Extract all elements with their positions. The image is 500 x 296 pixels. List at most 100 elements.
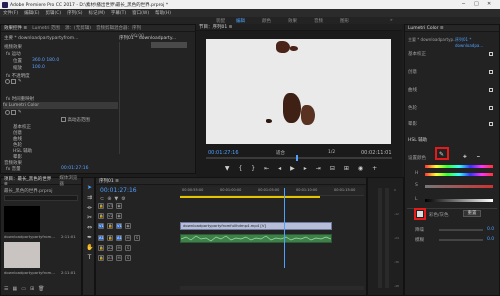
lock-icon[interactable]: 🔒 — [98, 203, 104, 209]
project-search-input[interactable] — [4, 195, 78, 201]
extract-icon[interactable]: ⊞ — [344, 165, 349, 172]
ellipse-mask-icon[interactable] — [5, 110, 10, 115]
lock-icon[interactable]: 🔒 — [98, 245, 104, 251]
track-label[interactable]: V2 — [107, 213, 113, 219]
solo-button[interactable]: S — [134, 235, 140, 241]
clip-thumbnail[interactable] — [4, 206, 40, 232]
rectangle-mask-icon[interactable] — [11, 110, 17, 115]
track-label[interactable]: A3 — [107, 255, 113, 261]
workspace-more-icon[interactable]: » — [390, 18, 393, 23]
track-select-icon[interactable]: ⇉ — [86, 194, 93, 201]
lift-icon[interactable]: ⊟ — [330, 165, 335, 172]
mark-out-icon[interactable]: } — [251, 165, 255, 172]
program-timecode[interactable]: 00:01:27:16 — [208, 150, 239, 156]
saturation-slider[interactable] — [425, 185, 493, 188]
lumetri-clip-selector[interactable]: 主要 * downloadpartyp... — [408, 37, 457, 43]
lock-icon[interactable]: 🔒 — [98, 255, 104, 261]
resolution-dropdown[interactable]: 1/2 — [328, 150, 335, 155]
add-button-icon[interactable]: + — [372, 165, 377, 172]
effect-row[interactable]: 缩放 100.0 — [13, 64, 118, 71]
icon-view-icon[interactable]: ▦ — [12, 286, 17, 292]
rectangle-mask-icon[interactable] — [11, 79, 17, 84]
vignette-enable-checkbox[interactable] — [489, 122, 493, 126]
ripple-edit-icon[interactable]: ⟛ — [86, 204, 93, 211]
fit-dropdown[interactable]: 适合 — [276, 150, 285, 156]
hue-range-bar[interactable] — [425, 165, 493, 168]
tab-lumetri-color[interactable]: Lumetri Color ≡ — [408, 26, 444, 31]
track-label[interactable]: V1 — [116, 223, 122, 229]
tab-project[interactable]: 项目：最长_黑色的世界 ≡ — [4, 176, 54, 187]
selection-tool-icon[interactable]: ➤ — [86, 184, 93, 191]
pen-mask-icon[interactable]: ✎ — [18, 110, 22, 115]
tab-sequence[interactable]: 序列01 ≡ — [99, 178, 119, 184]
eye-icon[interactable]: ◉ — [125, 223, 131, 229]
new-item-icon[interactable]: ⊞ — [30, 286, 34, 292]
track-label[interactable]: A2 — [107, 245, 113, 251]
trash-icon[interactable]: 🗑 — [38, 286, 44, 292]
section-creative[interactable]: 创意 — [408, 69, 417, 75]
go-to-out-icon[interactable]: ⇥ — [316, 165, 321, 172]
curves-enable-checkbox[interactable] — [489, 88, 493, 92]
effect-row[interactable]: fx 音量 — [6, 165, 21, 172]
timeline-scrollbar[interactable] — [180, 286, 364, 290]
blur-slider[interactable] — [439, 239, 483, 241]
new-bin-icon[interactable]: ▭ — [21, 286, 26, 292]
section-vignette[interactable]: 晕影 — [408, 121, 417, 127]
time-ruler[interactable]: 00:00:55:00 00:01:00:00 00:01:05:00 00:0… — [180, 187, 364, 196]
section-basic[interactable]: 基本校正 — [408, 51, 426, 57]
eyedropper-add-icon[interactable]: ✚ — [463, 155, 467, 160]
denoise-value[interactable]: 0.0 — [487, 227, 494, 232]
step-forward-icon[interactable]: ▸ — [304, 165, 307, 172]
eye-icon[interactable]: ◉ — [116, 203, 122, 209]
hue-slider[interactable] — [425, 173, 493, 176]
mute-button[interactable]: M — [125, 235, 131, 241]
eye-icon[interactable]: ◉ — [116, 213, 122, 219]
razor-icon[interactable]: ✂ — [86, 214, 93, 221]
blur-value[interactable]: 0.0 — [487, 237, 494, 242]
eyedropper-subtract-icon[interactable]: ━ — [477, 155, 480, 160]
mark-in-icon[interactable]: { — [238, 165, 242, 172]
pen-mask-icon[interactable]: ✎ — [18, 79, 22, 84]
lumetri-seq-selector[interactable]: 序列01 * downloadpa... — [455, 37, 499, 48]
play-icon[interactable]: ▶ — [290, 165, 295, 172]
menu-title[interactable]: 字幕(T) — [111, 10, 126, 16]
clip-selector[interactable]: 主要 * downloadpartypartyfrom... — [4, 34, 114, 41]
basic-enable-checkbox[interactable] — [489, 52, 493, 56]
ellipse-mask-icon[interactable] — [5, 79, 10, 84]
go-to-in-icon[interactable]: ⇤ — [264, 165, 269, 172]
solo-button[interactable]: S — [125, 255, 131, 261]
menu-edit[interactable]: 编辑(E) — [24, 10, 39, 16]
lock-icon[interactable]: 🔒 — [107, 235, 113, 241]
menu-file[interactable]: 文件(F) — [3, 10, 18, 16]
effect-row-lumetri[interactable]: fx Lumetri Color — [3, 102, 118, 109]
step-back-icon[interactable]: ◂ — [278, 165, 281, 172]
creative-enable-checkbox[interactable] — [489, 70, 493, 74]
slip-icon[interactable]: ⇔ — [86, 224, 93, 231]
text-tool-icon[interactable]: T — [86, 254, 93, 261]
mute-button[interactable]: M — [116, 245, 122, 251]
lightness-slider[interactable] — [425, 199, 493, 202]
work-area-bar[interactable] — [180, 196, 320, 198]
minimize-icon[interactable]: ─ — [462, 1, 465, 7]
close-icon[interactable]: ✕ — [487, 1, 491, 7]
program-scrub-bar[interactable] — [206, 157, 392, 159]
tab-media-browser[interactable]: 媒体浏览器 — [59, 175, 81, 187]
tab-lumetri-scopes[interactable]: Lumetri 范围 — [32, 25, 60, 31]
program-playhead[interactable] — [296, 155, 298, 161]
effect-row[interactable]: 高动态范围 — [61, 116, 116, 123]
source-patch-a1[interactable]: A1 — [98, 235, 104, 241]
audio-clip[interactable] — [180, 234, 332, 243]
section-color-wheels[interactable]: 色轮 — [408, 105, 417, 111]
menu-marker[interactable]: 标记(M) — [89, 10, 105, 16]
wheels-enable-checkbox[interactable] — [489, 106, 493, 110]
hdr-checkbox[interactable] — [61, 117, 66, 122]
mute-button[interactable]: M — [116, 255, 122, 261]
tab-effect-controls[interactable]: 效果控件 ≡ — [4, 25, 27, 31]
effect-row[interactable]: 位置 360.0 180.0 — [13, 57, 118, 64]
track-label[interactable]: A1 — [116, 235, 122, 241]
effect-row[interactable]: fx 时间重映射 — [6, 95, 118, 102]
menu-window[interactable]: 窗口(W) — [132, 10, 149, 16]
effect-bottom-timecode[interactable]: 00:01:27:16 — [61, 165, 88, 172]
hand-icon[interactable]: ✋ — [86, 244, 93, 251]
tab-audio-mixer[interactable]: 音频剪辑混合器：序列 — [96, 25, 141, 31]
